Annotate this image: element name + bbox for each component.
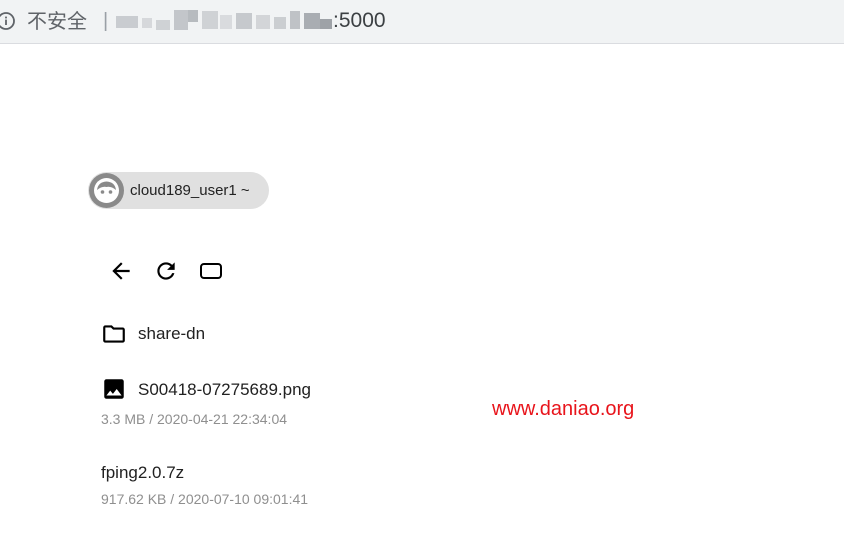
url-separator: | xyxy=(103,10,109,32)
refresh-button[interactable] xyxy=(153,258,179,284)
avatar-icon xyxy=(89,173,124,208)
back-button[interactable] xyxy=(108,258,134,284)
crop-landscape-icon xyxy=(200,263,222,279)
watermark-text: www.daniao.org xyxy=(492,398,635,420)
file-name[interactable]: fping2.0.7z xyxy=(101,462,184,484)
user-menu-chip[interactable]: cloud189_user1 ~ xyxy=(88,172,269,209)
image-icon xyxy=(101,376,127,402)
url-host-redacted[interactable] xyxy=(116,7,334,35)
file-meta: 3.3 MB / 2020-04-21 22:34:04 xyxy=(101,411,288,427)
file-meta: 917.62 KB / 2020-07-10 09:01:41 xyxy=(101,491,309,507)
info-icon[interactable] xyxy=(0,11,18,31)
username-label[interactable]: cloud189_user1 ~ xyxy=(130,181,250,200)
arrow-back-icon xyxy=(112,262,130,280)
view-mode-button[interactable] xyxy=(198,258,224,284)
file-name[interactable]: share-dn xyxy=(138,323,205,345)
security-label[interactable]: 不安全 xyxy=(27,9,87,33)
file-name[interactable]: S00418-07275689.png xyxy=(138,379,311,401)
folder-icon xyxy=(101,321,127,347)
refresh-icon xyxy=(157,262,175,280)
url-port[interactable]: :5000 xyxy=(333,9,386,33)
address-bar[interactable]: 不安全 | :5000 xyxy=(0,0,844,44)
